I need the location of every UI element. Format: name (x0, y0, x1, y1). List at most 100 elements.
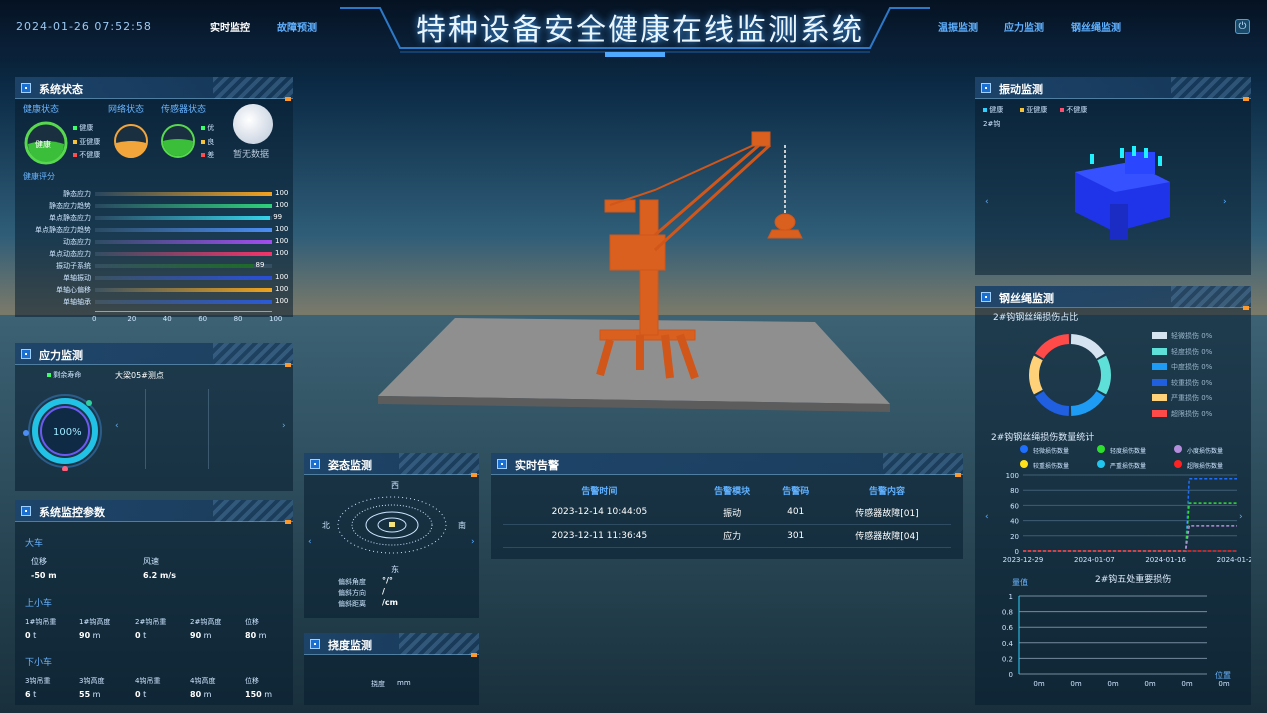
param-value: 80 m (190, 690, 211, 699)
x-tick-label: 0m (1218, 680, 1229, 688)
col-module[interactable]: 告警模块 (696, 479, 769, 501)
score-value: 100 (275, 285, 289, 293)
score-bar (95, 252, 272, 256)
big-car-displacement-value: -50 (31, 571, 46, 580)
pie-legend-swatch (1152, 410, 1167, 417)
stress-panel: 应力监测 剩余寿命 大梁05#测点 100% ‹ › (15, 343, 293, 491)
alarm-time: 2023-12-14 10:44:05 (503, 501, 696, 525)
panel-icon (310, 459, 320, 469)
x-tick-label: 0m (1070, 680, 1081, 688)
pie-legend-swatch (1152, 378, 1167, 386)
score-value: 100 (275, 225, 289, 233)
table-row[interactable]: 2023-12-11 11:36:45 应力 301 传感器故障[04] (503, 524, 951, 548)
pie-slice[interactable] (1035, 391, 1070, 416)
chevron-right-icon[interactable]: › (282, 421, 286, 431)
legend-subhealthy: 亚健康 (79, 138, 101, 146)
legend-unhealthy: 不健康 (79, 151, 101, 159)
score-bar (95, 276, 272, 280)
pie-slice[interactable] (1070, 334, 1105, 359)
pie-title: 2#钩钢丝绳损伤占比 (993, 313, 1079, 323)
param-value: 0 t (25, 631, 36, 640)
panel-title: 实时告警 (515, 459, 559, 472)
score-tick: 40 (162, 315, 172, 323)
tilt-distance-value: /cm (382, 598, 398, 607)
param-value: 0 t (135, 631, 146, 640)
param-label: 3钩高度 (79, 677, 105, 685)
pie-slice[interactable] (1097, 355, 1111, 395)
param-value: 90 m (79, 631, 100, 640)
big-car-displacement-label: 位移 (31, 557, 47, 566)
damage-ratio-pie (1029, 334, 1111, 416)
chevron-right-icon[interactable]: › (1223, 197, 1227, 207)
param-number: 90 (190, 631, 202, 640)
pie-legend-label: 轻度损伤 0% (1171, 347, 1213, 356)
param-label: 位移 (245, 618, 259, 626)
count-legend-dot (1174, 445, 1182, 453)
chevron-right-icon[interactable]: › (1239, 512, 1243, 522)
pie-slice[interactable] (1035, 334, 1070, 359)
nav-wire-rope[interactable]: 钢丝绳监测 (1071, 19, 1121, 34)
system-params-panel: 系统监控参数 大车 位移 -50 m 风速 6.2 m/s 上小车 下小车 1#… (15, 500, 293, 705)
nav-temp-vibration[interactable]: 温振监测 (938, 19, 978, 34)
big-car-title: 大车 (25, 539, 44, 549)
table-row[interactable]: 2023-12-14 10:44:05 振动 401 传感器故障[01] (503, 501, 951, 525)
score-bar (95, 240, 272, 244)
series-line[interactable] (1023, 525, 1237, 552)
panel-title: 姿态监测 (328, 459, 372, 472)
deflection-unit: mm (397, 679, 411, 687)
param-unit: t (140, 690, 147, 699)
chevron-left-icon[interactable]: ‹ (985, 197, 989, 207)
heavy-damage-title: 2#钩五处重要损伤 (1095, 575, 1172, 585)
y-tick-label: 0.6 (1002, 624, 1014, 632)
series-line[interactable] (1023, 502, 1237, 552)
chevron-left-icon[interactable]: ‹ (308, 537, 312, 547)
pie-legend-swatch (1152, 332, 1167, 339)
col-code[interactable]: 告警码 (768, 479, 822, 501)
deflection-panel: 挠度监测 挠度 mm (304, 633, 479, 705)
health-label: 健康状态 (23, 105, 60, 115)
series-line[interactable] (1023, 478, 1237, 552)
col-time[interactable]: 告警时间 (503, 479, 696, 501)
param-number: 55 (79, 690, 91, 699)
score-tick: 0 (92, 315, 97, 323)
hook-label: 2#钩 (983, 120, 1001, 128)
param-unit: t (140, 631, 147, 640)
upper-trolley-title: 上小车 (25, 599, 53, 609)
nav-stress[interactable]: 应力监测 (1004, 19, 1044, 34)
score-label: 单轴心偏移 (56, 286, 91, 294)
param-label: 2#钩吊重 (135, 618, 167, 626)
power-icon[interactable]: ⏻ (1235, 19, 1250, 34)
param-label: 4钩吊重 (135, 677, 161, 685)
divider (145, 389, 146, 469)
param-label: 1#钩吊重 (25, 618, 57, 626)
panel-title: 应力监测 (39, 349, 83, 362)
score-bar (95, 192, 272, 196)
param-label: 2#钩高度 (190, 618, 222, 626)
x-tick-label: 0m (1181, 680, 1192, 688)
param-number: 80 (190, 690, 202, 699)
nav-realtime[interactable]: 实时监控 (210, 19, 250, 34)
count-legend-dot (1097, 460, 1105, 468)
col-content[interactable]: 告警内容 (823, 479, 951, 501)
sensor-label: 传感器状态 (161, 105, 207, 115)
param-unit: t (30, 690, 37, 699)
alarm-content: 传感器故障[01] (822, 501, 951, 525)
pie-slice[interactable] (1070, 391, 1105, 416)
nav-fault-prediction[interactable]: 故障预测 (277, 19, 317, 34)
score-bar (95, 288, 272, 292)
score-value: 100 (275, 249, 289, 257)
score-label: 单轴振动 (63, 274, 91, 282)
param-number: 90 (79, 631, 91, 640)
health-score-chart: 静态应力 100 静态应力趋势 100 单点静态应力 99 单点静态应力趋势 100 动态应力 1… (15, 189, 293, 323)
param-unit: m (256, 631, 267, 640)
deflection-label: 挠度 (371, 680, 385, 688)
pie-slice[interactable] (1029, 355, 1043, 395)
score-bar (95, 300, 272, 304)
score-label: 单点静态应力 (49, 214, 91, 222)
chevron-left-icon[interactable]: ‹ (985, 512, 989, 522)
chevron-left-icon[interactable]: ‹ (115, 421, 119, 431)
chevron-right-icon[interactable]: › (471, 537, 475, 547)
score-label: 单点动态应力 (49, 250, 91, 258)
compass-east: 东 (391, 565, 399, 574)
count-legend-dot (1174, 460, 1182, 468)
